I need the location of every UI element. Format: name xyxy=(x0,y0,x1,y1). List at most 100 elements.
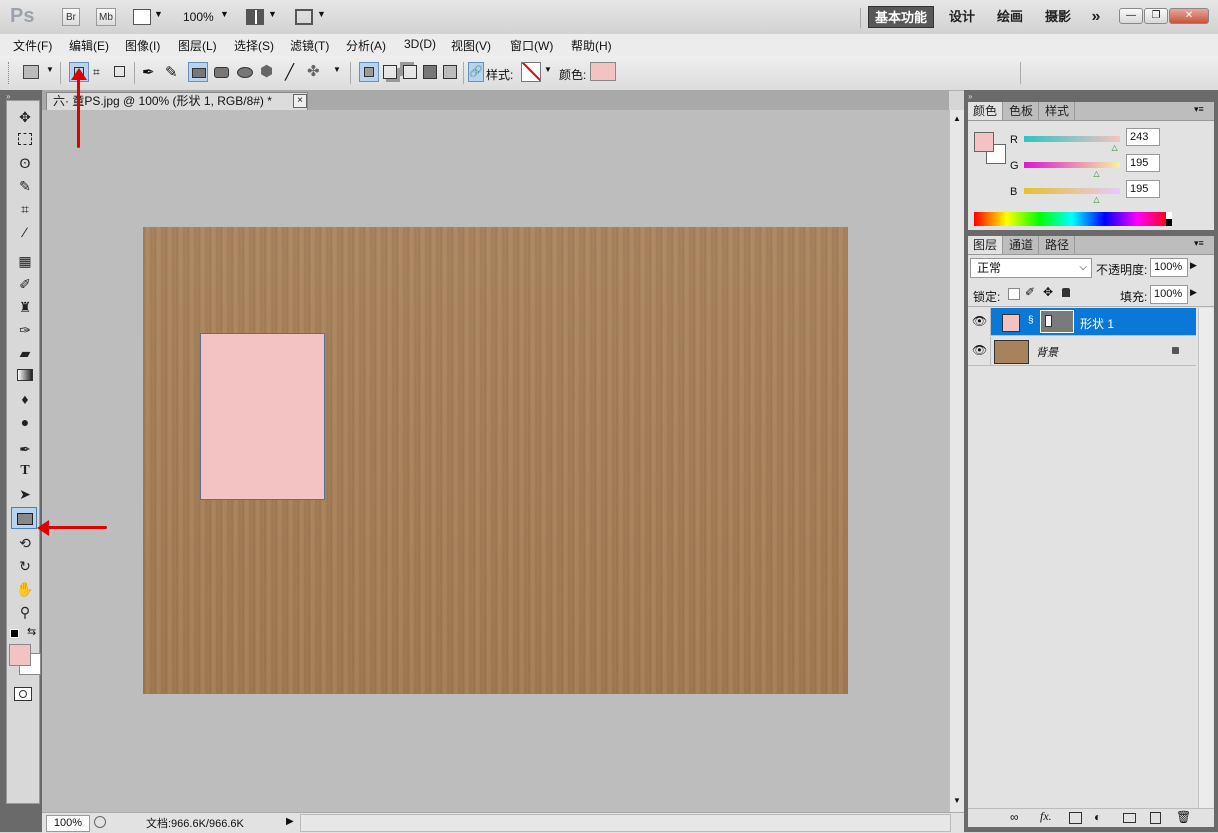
minimize-icon[interactable]: — xyxy=(1119,8,1143,24)
trash-icon[interactable]: 🗑 xyxy=(1176,810,1191,824)
dodge-icon[interactable]: ● xyxy=(13,412,37,432)
exclude-shape-icon[interactable] xyxy=(443,65,457,79)
swap-colors-icon[interactable]: ⇆ xyxy=(27,625,36,638)
tool-preset-icon[interactable] xyxy=(23,65,39,79)
3d-orbit-icon[interactable]: ↻ xyxy=(13,556,37,576)
fg-color-swatch[interactable] xyxy=(974,132,994,152)
shape-color-swatch[interactable] xyxy=(590,62,616,81)
status-clock-icon[interactable] xyxy=(94,816,106,828)
lock-position-icon[interactable]: ✥ xyxy=(1043,285,1053,299)
eyedropper-icon[interactable]: ⁄ xyxy=(13,222,37,242)
marquee-icon[interactable] xyxy=(13,130,37,150)
layer-row-background[interactable]: 👁 背景 xyxy=(968,337,1196,366)
b-value-field[interactable]: 195 xyxy=(1126,180,1160,198)
minibridge-button[interactable]: Mb xyxy=(96,8,116,26)
b-slider-thumb[interactable]: △ xyxy=(1093,195,1099,204)
scroll-up-icon[interactable]: ▲ xyxy=(953,114,961,123)
link-icon[interactable]: ∞ xyxy=(1010,810,1019,824)
fx-icon[interactable]: fx. xyxy=(1040,809,1052,824)
rounded-rectangle-icon[interactable] xyxy=(214,67,229,78)
move-icon[interactable]: ✥ xyxy=(13,107,37,127)
blur-icon[interactable]: ♦ xyxy=(13,389,37,409)
intersect-shape-icon[interactable] xyxy=(423,65,437,79)
menu-window[interactable]: 窗口(W) xyxy=(510,37,553,54)
menu-help[interactable]: 帮助(H) xyxy=(571,37,612,54)
b-slider[interactable] xyxy=(1024,188,1120,194)
color-spectrum-ramp[interactable] xyxy=(974,212,1170,226)
default-colors-icon[interactable] xyxy=(10,629,19,638)
menu-select[interactable]: 选择(S) xyxy=(234,37,274,54)
more-workspaces-icon[interactable]: » xyxy=(1086,6,1106,28)
freeform-pen-icon[interactable]: ✎ xyxy=(165,63,178,81)
fill-pixels-icon[interactable] xyxy=(114,66,125,77)
history-brush-icon[interactable]: ✑ xyxy=(13,320,37,340)
mask-icon[interactable] xyxy=(1069,812,1082,824)
add-shape-icon[interactable] xyxy=(383,65,397,79)
menu-layer[interactable]: 图层(L) xyxy=(178,37,217,54)
gradient-icon[interactable] xyxy=(13,366,37,386)
chevron-down-icon[interactable]: ▼ xyxy=(544,65,552,74)
layer-name[interactable]: 形状 1 xyxy=(1080,315,1114,332)
visibility-toggle[interactable]: 👁 xyxy=(968,337,991,366)
foreground-color-swatch[interactable] xyxy=(9,644,31,666)
tab-paths[interactable]: 路径 xyxy=(1040,236,1076,254)
crop-icon[interactable]: ⌗ xyxy=(13,199,37,219)
ellipse-icon[interactable] xyxy=(237,67,253,78)
type-icon[interactable]: T xyxy=(13,461,37,481)
custom-shape-icon[interactable]: ✤ xyxy=(307,62,320,80)
bridge-button[interactable]: Br xyxy=(62,8,80,26)
layers-scrollbar[interactable] xyxy=(1198,308,1213,808)
new-shape-layer-button[interactable] xyxy=(359,62,379,82)
quick-select-icon[interactable]: ✎ xyxy=(13,176,37,196)
status-menu-arrow-icon[interactable]: ▶ xyxy=(286,814,298,830)
layer-fill-thumbnail[interactable] xyxy=(1002,314,1020,332)
tab-channels[interactable]: 通道 xyxy=(1004,236,1040,254)
zoom-field[interactable]: 100% xyxy=(46,815,90,832)
subtract-shape-icon[interactable] xyxy=(403,65,417,79)
menu-3d[interactable]: 3D(D) xyxy=(404,37,436,51)
background-thumbnail[interactable] xyxy=(994,340,1029,364)
link-style-icon[interactable]: 🔗 xyxy=(468,62,484,82)
chevron-down-icon[interactable]: ▼ xyxy=(317,9,326,19)
adjustment-icon[interactable]: ◐ xyxy=(1094,810,1101,824)
zoom-level-select[interactable]: 100% xyxy=(183,10,214,24)
tab-styles[interactable]: 样式 xyxy=(1040,102,1076,120)
path-select-icon[interactable]: ➤ xyxy=(13,484,37,504)
line-icon[interactable]: ╱ xyxy=(285,63,294,81)
pen-tool-icon[interactable]: ✒ xyxy=(142,63,155,81)
rectangle-shape-button[interactable] xyxy=(188,62,208,82)
vertical-scrollbar[interactable]: ▲ ▼ xyxy=(949,110,965,812)
workspace-photography-button[interactable]: 摄影 xyxy=(1036,6,1080,28)
tab-color[interactable]: 颜色 xyxy=(968,102,1004,120)
chevron-down-icon[interactable]: ▼ xyxy=(268,9,277,19)
menu-filter[interactable]: 滤镜(T) xyxy=(290,37,329,54)
tab-swatches[interactable]: 色板 xyxy=(1004,102,1040,120)
fill-dropdown-icon[interactable]: ▶ xyxy=(1190,287,1197,298)
hand-icon[interactable]: ✋ xyxy=(13,579,37,599)
eraser-icon[interactable]: ▰ xyxy=(13,343,37,363)
paths-icon[interactable]: ⌗ xyxy=(93,65,100,80)
lock-transparency-icon[interactable] xyxy=(1008,288,1020,300)
healing-icon[interactable]: ▦ xyxy=(13,251,37,271)
zoom-icon[interactable]: ⚲ xyxy=(13,602,37,622)
black-white-swatch[interactable] xyxy=(1166,212,1172,226)
chevron-down-icon[interactable]: ▼ xyxy=(220,9,229,19)
folder-icon[interactable] xyxy=(1123,813,1136,823)
workspace-painting-button[interactable]: 绘画 xyxy=(988,6,1032,28)
fill-field[interactable]: 100% xyxy=(1150,285,1188,304)
chevron-down-icon[interactable]: ▼ xyxy=(46,65,54,74)
scroll-down-icon[interactable]: ▼ xyxy=(953,796,961,805)
collapse-dock-icon[interactable]: » xyxy=(968,92,972,101)
rectangle-tool-button[interactable] xyxy=(11,507,37,529)
r-slider[interactable] xyxy=(1024,136,1120,142)
polygon-icon[interactable]: ⬢ xyxy=(260,62,273,80)
pink-rectangle-shape[interactable] xyxy=(200,333,325,500)
opacity-dropdown-icon[interactable]: ▶ xyxy=(1190,260,1197,271)
style-picker[interactable] xyxy=(521,62,541,82)
opacity-field[interactable]: 100% xyxy=(1150,258,1188,277)
arrange-documents-icon[interactable] xyxy=(246,9,264,25)
workspace-essentials-button[interactable]: 基本功能 xyxy=(868,6,934,28)
chevron-down-icon[interactable]: ▼ xyxy=(154,9,163,19)
restore-icon[interactable]: ❐ xyxy=(1144,8,1168,24)
g-slider[interactable] xyxy=(1024,162,1120,168)
